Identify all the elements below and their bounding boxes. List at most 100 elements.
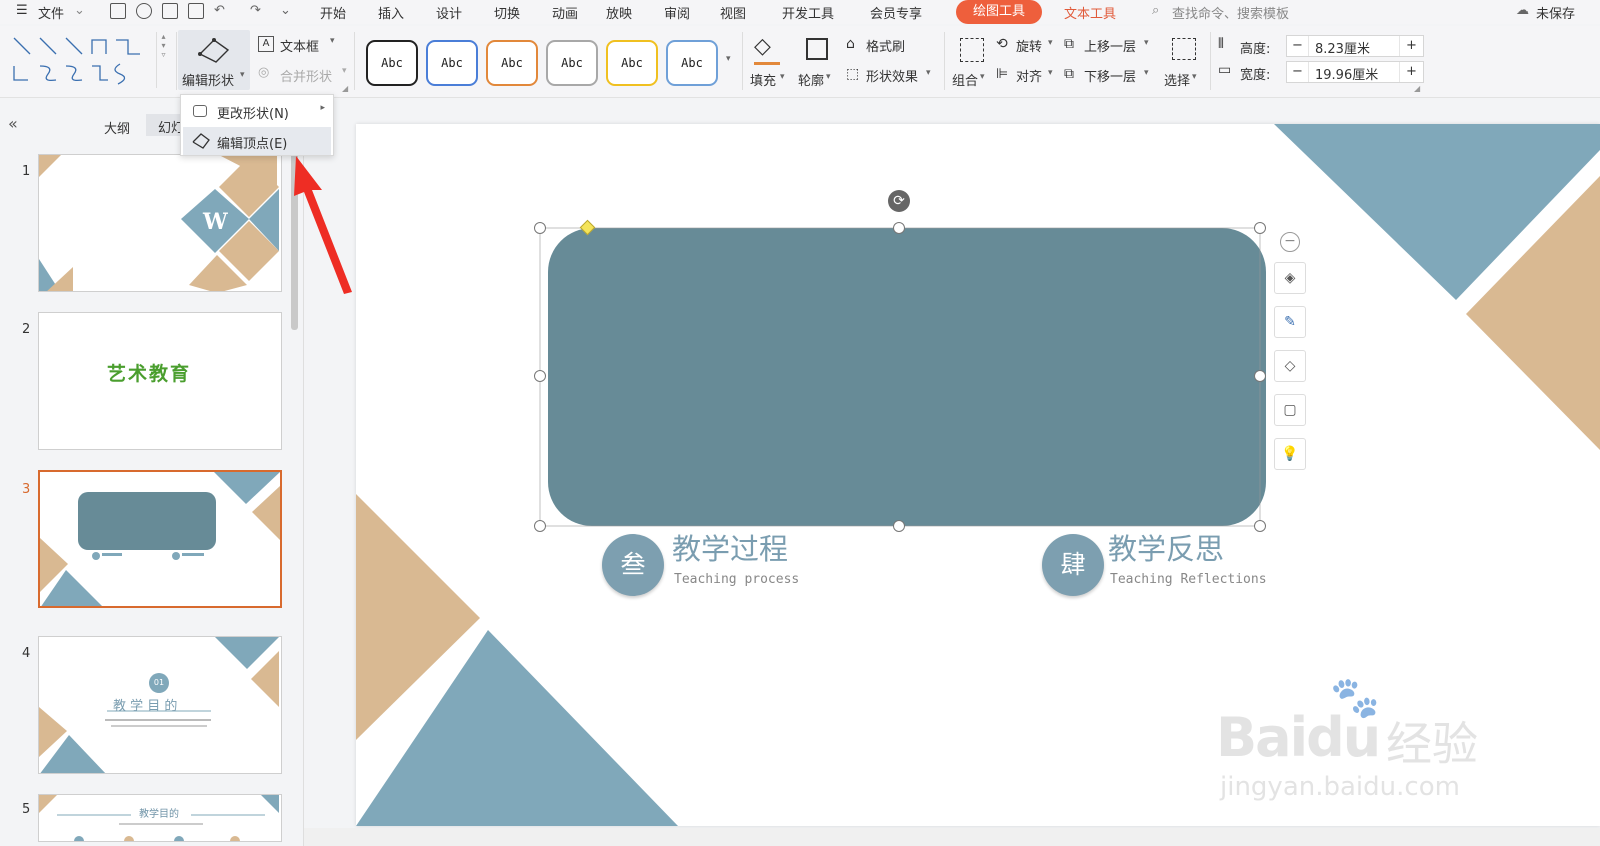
group-icon[interactable] bbox=[960, 38, 984, 62]
tab-drawing-tools[interactable]: 绘图工具 bbox=[956, 0, 1042, 24]
change-shape-menu-item[interactable]: 更改形状(N) ▸ bbox=[183, 97, 331, 125]
height-decrease-button[interactable]: − bbox=[1287, 36, 1309, 56]
rotate-chevron-icon[interactable]: ▾ bbox=[1048, 38, 1053, 48]
rotate-icon[interactable]: ⟲ bbox=[996, 36, 1008, 52]
shape-effect-icon[interactable]: ⬚ bbox=[846, 66, 859, 82]
outline-frame-icon[interactable]: ▢ bbox=[1274, 394, 1306, 426]
shape-style-orange[interactable]: Abc bbox=[486, 40, 538, 86]
height-increase-button[interactable]: + bbox=[1399, 36, 1423, 56]
width-value[interactable]: 19.96厘米 bbox=[1315, 64, 1378, 83]
shape-group-launcher-icon[interactable]: ◢ bbox=[342, 84, 348, 93]
height-field[interactable]: − 8.23厘米 + bbox=[1286, 35, 1424, 57]
collapse-panel-icon[interactable]: « bbox=[8, 114, 18, 133]
outline-button[interactable]: 轮廓 bbox=[798, 70, 824, 89]
align-icon[interactable]: ⊫ bbox=[996, 66, 1008, 82]
shape-effect-button[interactable]: 形状效果 bbox=[866, 66, 918, 85]
shape-style-lightblue[interactable]: Abc bbox=[666, 40, 718, 86]
undo-icon[interactable]: ↶ bbox=[214, 3, 225, 18]
slide-thumbnail-1[interactable]: W bbox=[38, 154, 282, 292]
section-3-title[interactable]: 教学过程 bbox=[672, 526, 788, 568]
section-4-subtitle[interactable]: Teaching Reflections bbox=[1110, 572, 1267, 587]
tab-animation[interactable]: 动画 bbox=[552, 3, 578, 22]
rotate-handle-icon[interactable]: ⟳ bbox=[888, 190, 910, 212]
tab-insert[interactable]: 插入 bbox=[378, 3, 404, 22]
format-painter-button[interactable]: 格式刷 bbox=[866, 36, 905, 55]
file-menu[interactable]: 文件 bbox=[38, 3, 64, 22]
edit-shape-button[interactable]: 编辑形状 ▾ bbox=[178, 30, 250, 90]
preview-icon[interactable] bbox=[188, 3, 204, 19]
resize-handle-se[interactable] bbox=[1254, 520, 1266, 532]
slide-canvas[interactable]: ⟳ − ◈ ✎ ◇ ▢ 💡 叁 教学过程 Teaching process 肆 … bbox=[356, 124, 1600, 826]
resize-handle-w[interactable] bbox=[534, 370, 546, 382]
style-gallery-more-icon[interactable]: ▾ bbox=[726, 54, 731, 64]
tab-home[interactable]: 开始 bbox=[320, 3, 346, 22]
send-backward-button[interactable]: 下移一层 bbox=[1084, 66, 1136, 85]
tab-text-tools[interactable]: 文本工具 bbox=[1064, 3, 1116, 22]
width-field[interactable]: − 19.96厘米 + bbox=[1286, 61, 1424, 83]
send-backward-chevron-icon[interactable]: ▾ bbox=[1144, 68, 1149, 78]
quick-access-more-icon[interactable]: ⌄ bbox=[280, 3, 291, 18]
send-backward-icon[interactable]: ⧉ bbox=[1064, 66, 1074, 82]
bring-forward-icon[interactable]: ⧉ bbox=[1064, 36, 1074, 52]
print-icon[interactable] bbox=[162, 3, 178, 19]
select-chevron-icon[interactable]: ▾ bbox=[1192, 72, 1197, 82]
slide-thumbnail-4[interactable]: 01 教 学 目 的 bbox=[38, 636, 282, 774]
tab-design[interactable]: 设计 bbox=[436, 3, 462, 22]
tab-slideshow[interactable]: 放映 bbox=[606, 3, 632, 22]
tab-review[interactable]: 审阅 bbox=[664, 3, 690, 22]
section-4-title[interactable]: 教学反思 bbox=[1108, 526, 1224, 568]
outline-chevron-icon[interactable]: ▾ bbox=[826, 72, 831, 82]
section-3-subtitle[interactable]: Teaching process bbox=[674, 572, 799, 587]
collapse-toolbar-icon[interactable]: − bbox=[1280, 232, 1300, 252]
rotate-button[interactable]: 旋转 bbox=[1016, 36, 1042, 55]
slide-thumbnail-5[interactable]: 教学目的 bbox=[38, 794, 282, 842]
resize-handle-n[interactable] bbox=[893, 222, 905, 234]
cloud-icon[interactable]: ☁ bbox=[1516, 3, 1529, 18]
bring-forward-button[interactable]: 上移一层 bbox=[1084, 36, 1136, 55]
slide-thumbnail-2[interactable]: 艺术教育 bbox=[38, 312, 282, 450]
layers-icon[interactable]: ◈ bbox=[1274, 262, 1306, 294]
text-box-chevron-icon[interactable]: ▾ bbox=[330, 36, 335, 46]
file-menu-chevron-icon[interactable]: ⌄ bbox=[74, 3, 85, 18]
shape-style-black[interactable]: Abc bbox=[366, 40, 418, 86]
bring-forward-chevron-icon[interactable]: ▾ bbox=[1144, 38, 1149, 48]
fill-bucket-icon[interactable]: ◇ bbox=[1274, 350, 1306, 382]
resize-handle-sw[interactable] bbox=[534, 520, 546, 532]
search-input[interactable]: 查找命令、搜索模板 bbox=[1172, 3, 1289, 22]
shape-style-yellow[interactable]: Abc bbox=[606, 40, 658, 86]
height-value[interactable]: 8.23厘米 bbox=[1315, 38, 1370, 57]
unsaved-status[interactable]: 未保存 bbox=[1536, 3, 1575, 22]
resize-handle-nw[interactable] bbox=[534, 222, 546, 234]
shape-effect-chevron-icon[interactable]: ▾ bbox=[926, 68, 931, 78]
tab-developer[interactable]: 开发工具 bbox=[782, 3, 834, 22]
fill-icon[interactable]: ◇ bbox=[754, 34, 771, 59]
fill-button[interactable]: 填充 bbox=[750, 70, 776, 89]
slide-thumbnail-3[interactable] bbox=[38, 470, 282, 608]
hamburger-menu-icon[interactable]: ☰ bbox=[16, 3, 28, 18]
line-shapes-gallery[interactable]: ▴ ▾ ▿ bbox=[8, 32, 172, 88]
align-button[interactable]: 对齐 bbox=[1016, 66, 1042, 85]
size-launcher-icon[interactable]: ◢ bbox=[1414, 84, 1420, 93]
width-decrease-button[interactable]: − bbox=[1287, 62, 1309, 82]
group-button[interactable]: 组合 bbox=[952, 70, 978, 89]
resize-handle-s[interactable] bbox=[893, 520, 905, 532]
group-chevron-icon[interactable]: ▾ bbox=[980, 72, 985, 82]
tab-transition[interactable]: 切换 bbox=[494, 3, 520, 22]
shape-style-gray[interactable]: Abc bbox=[546, 40, 598, 86]
save-icon[interactable] bbox=[110, 3, 126, 19]
resize-handle-e[interactable] bbox=[1254, 370, 1266, 382]
width-increase-button[interactable]: + bbox=[1399, 62, 1423, 82]
outline-icon[interactable] bbox=[806, 38, 828, 60]
lightbulb-icon[interactable]: 💡 bbox=[1274, 438, 1306, 470]
tab-view[interactable]: 视图 bbox=[720, 3, 746, 22]
redo-icon[interactable]: ↷ bbox=[250, 3, 261, 18]
gallery-scroll[interactable]: ▴ ▾ ▿ bbox=[156, 32, 170, 88]
print-preview-icon[interactable] bbox=[136, 3, 152, 19]
align-chevron-icon[interactable]: ▾ bbox=[1048, 68, 1053, 78]
pen-style-icon[interactable]: ✎ bbox=[1274, 306, 1306, 338]
shape-style-blue[interactable]: Abc bbox=[426, 40, 478, 86]
format-painter-icon[interactable]: ⌂ bbox=[846, 36, 855, 52]
text-box-icon[interactable]: A bbox=[258, 36, 274, 52]
tab-outline[interactable]: 大纲 bbox=[104, 118, 130, 137]
tab-member[interactable]: 会员专享 bbox=[870, 3, 922, 22]
